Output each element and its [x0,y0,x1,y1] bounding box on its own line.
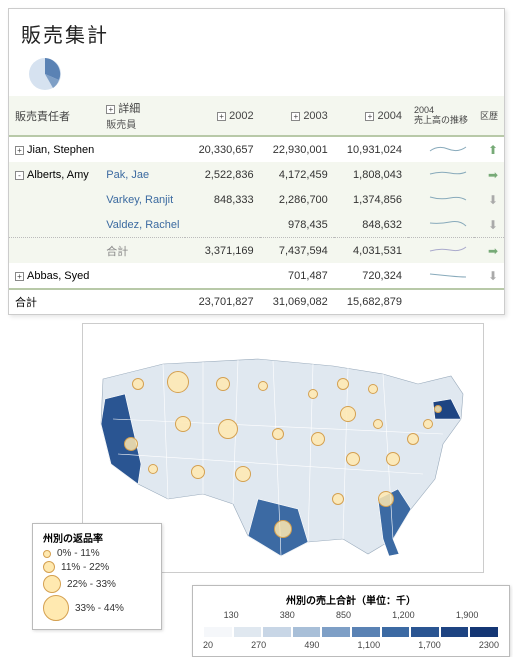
expand-icon[interactable]: + [106,105,115,114]
expand-icon[interactable]: + [291,112,300,121]
col-trend: 区歴 [474,96,504,136]
table-total-row: 合計 23,701,827 31,069,082 15,682,879 [9,289,504,314]
table-subtotal-row: 合計 3,371,169 7,437,594 4,031,531 ➡ [9,238,504,264]
salesperson-link[interactable]: Pak, Jae [100,162,185,187]
col-manager: 販売責任者 [9,96,100,136]
table-row[interactable]: +Abbas, Syed 701,487 720,324 ⬇ [9,263,504,289]
legend-item: 22% - 33% [43,575,151,593]
page-title: 販売集計 [9,9,504,52]
sales-summary-panel: 販売集計 販売責任者 +詳細販売員 +2002 +2003 +2004 2004… [8,8,505,315]
expand-icon[interactable]: + [15,272,24,281]
table-row[interactable]: Varkey, Ranjit 848,333 2,286,700 1,374,8… [9,187,504,212]
col-hist: 2004売上高の推移 [408,96,474,136]
sparkline-icon [428,141,468,155]
color-scale [203,626,499,638]
legend-item: 0% - 11% [43,548,151,559]
legend-return-rate: 州別の返品率 0% - 11% 11% - 22% 22% - 33% 33% … [32,523,162,630]
arrow-right-icon: ➡ [474,238,504,264]
legend-item: 11% - 22% [43,561,151,573]
table-row[interactable]: +Jian, Stephen 20,330,657 22,930,001 10,… [9,136,504,162]
col-2003[interactable]: +2003 [260,96,334,136]
arrow-up-icon: ⬆ [474,136,504,162]
salesperson-link[interactable]: Valdez, Rachel [100,212,185,238]
table-row[interactable]: -Alberts, Amy Pak, Jae 2,522,836 4,172,4… [9,162,504,187]
sparkline-icon [428,267,468,281]
arrow-down-icon: ⬇ [474,212,504,238]
expand-icon[interactable]: + [15,146,24,155]
map-section: 州別の返品率 0% - 11% 11% - 22% 22% - 33% 33% … [12,323,501,573]
legend-item: 33% - 44% [43,595,151,621]
sparkline-icon [428,166,468,180]
sparkline-icon [428,216,468,230]
expand-icon[interactable]: + [365,112,374,121]
col-salesperson: +詳細販売員 [100,96,185,136]
arrow-right-icon: ➡ [474,162,504,187]
expand-icon[interactable]: + [217,112,226,121]
table-row[interactable]: Valdez, Rachel 978,435 848,632 ⬇ [9,212,504,238]
legend-sales-total: 州別の売上合計（単位：千） 1303808501,2001,900 202704… [192,585,510,657]
sparkline-icon [428,191,468,205]
sparkline-icon [428,242,468,256]
salesperson-link[interactable]: Varkey, Ranjit [100,187,185,212]
arrow-down-icon: ⬇ [474,263,504,289]
arrow-down-icon: ⬇ [474,187,504,212]
collapse-icon[interactable]: - [15,171,24,180]
col-2004[interactable]: +2004 [334,96,408,136]
pie-icon [27,56,63,92]
col-2002[interactable]: +2002 [185,96,259,136]
sales-table: 販売責任者 +詳細販売員 +2002 +2003 +2004 2004売上高の推… [9,96,504,314]
